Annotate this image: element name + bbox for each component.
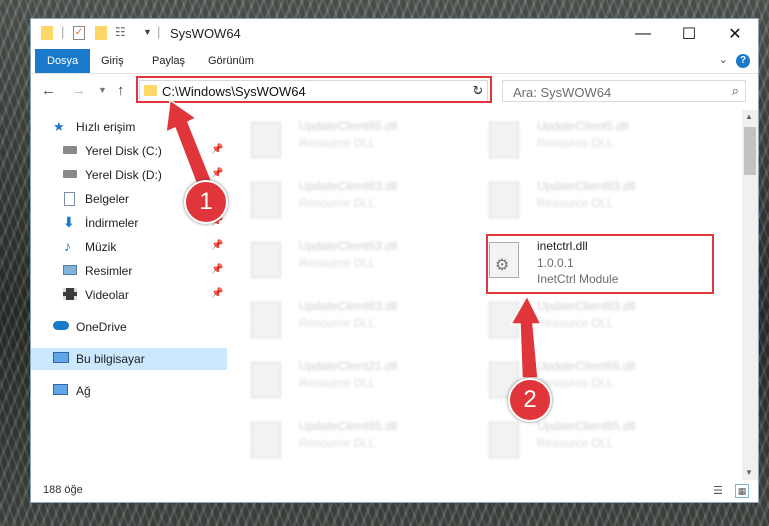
callout-2: 2 <box>508 378 552 422</box>
arrow-to-address <box>165 98 213 189</box>
arrow-to-file <box>509 294 543 379</box>
callout-1: 1 <box>184 180 228 224</box>
annotation-arrows <box>165 98 543 379</box>
